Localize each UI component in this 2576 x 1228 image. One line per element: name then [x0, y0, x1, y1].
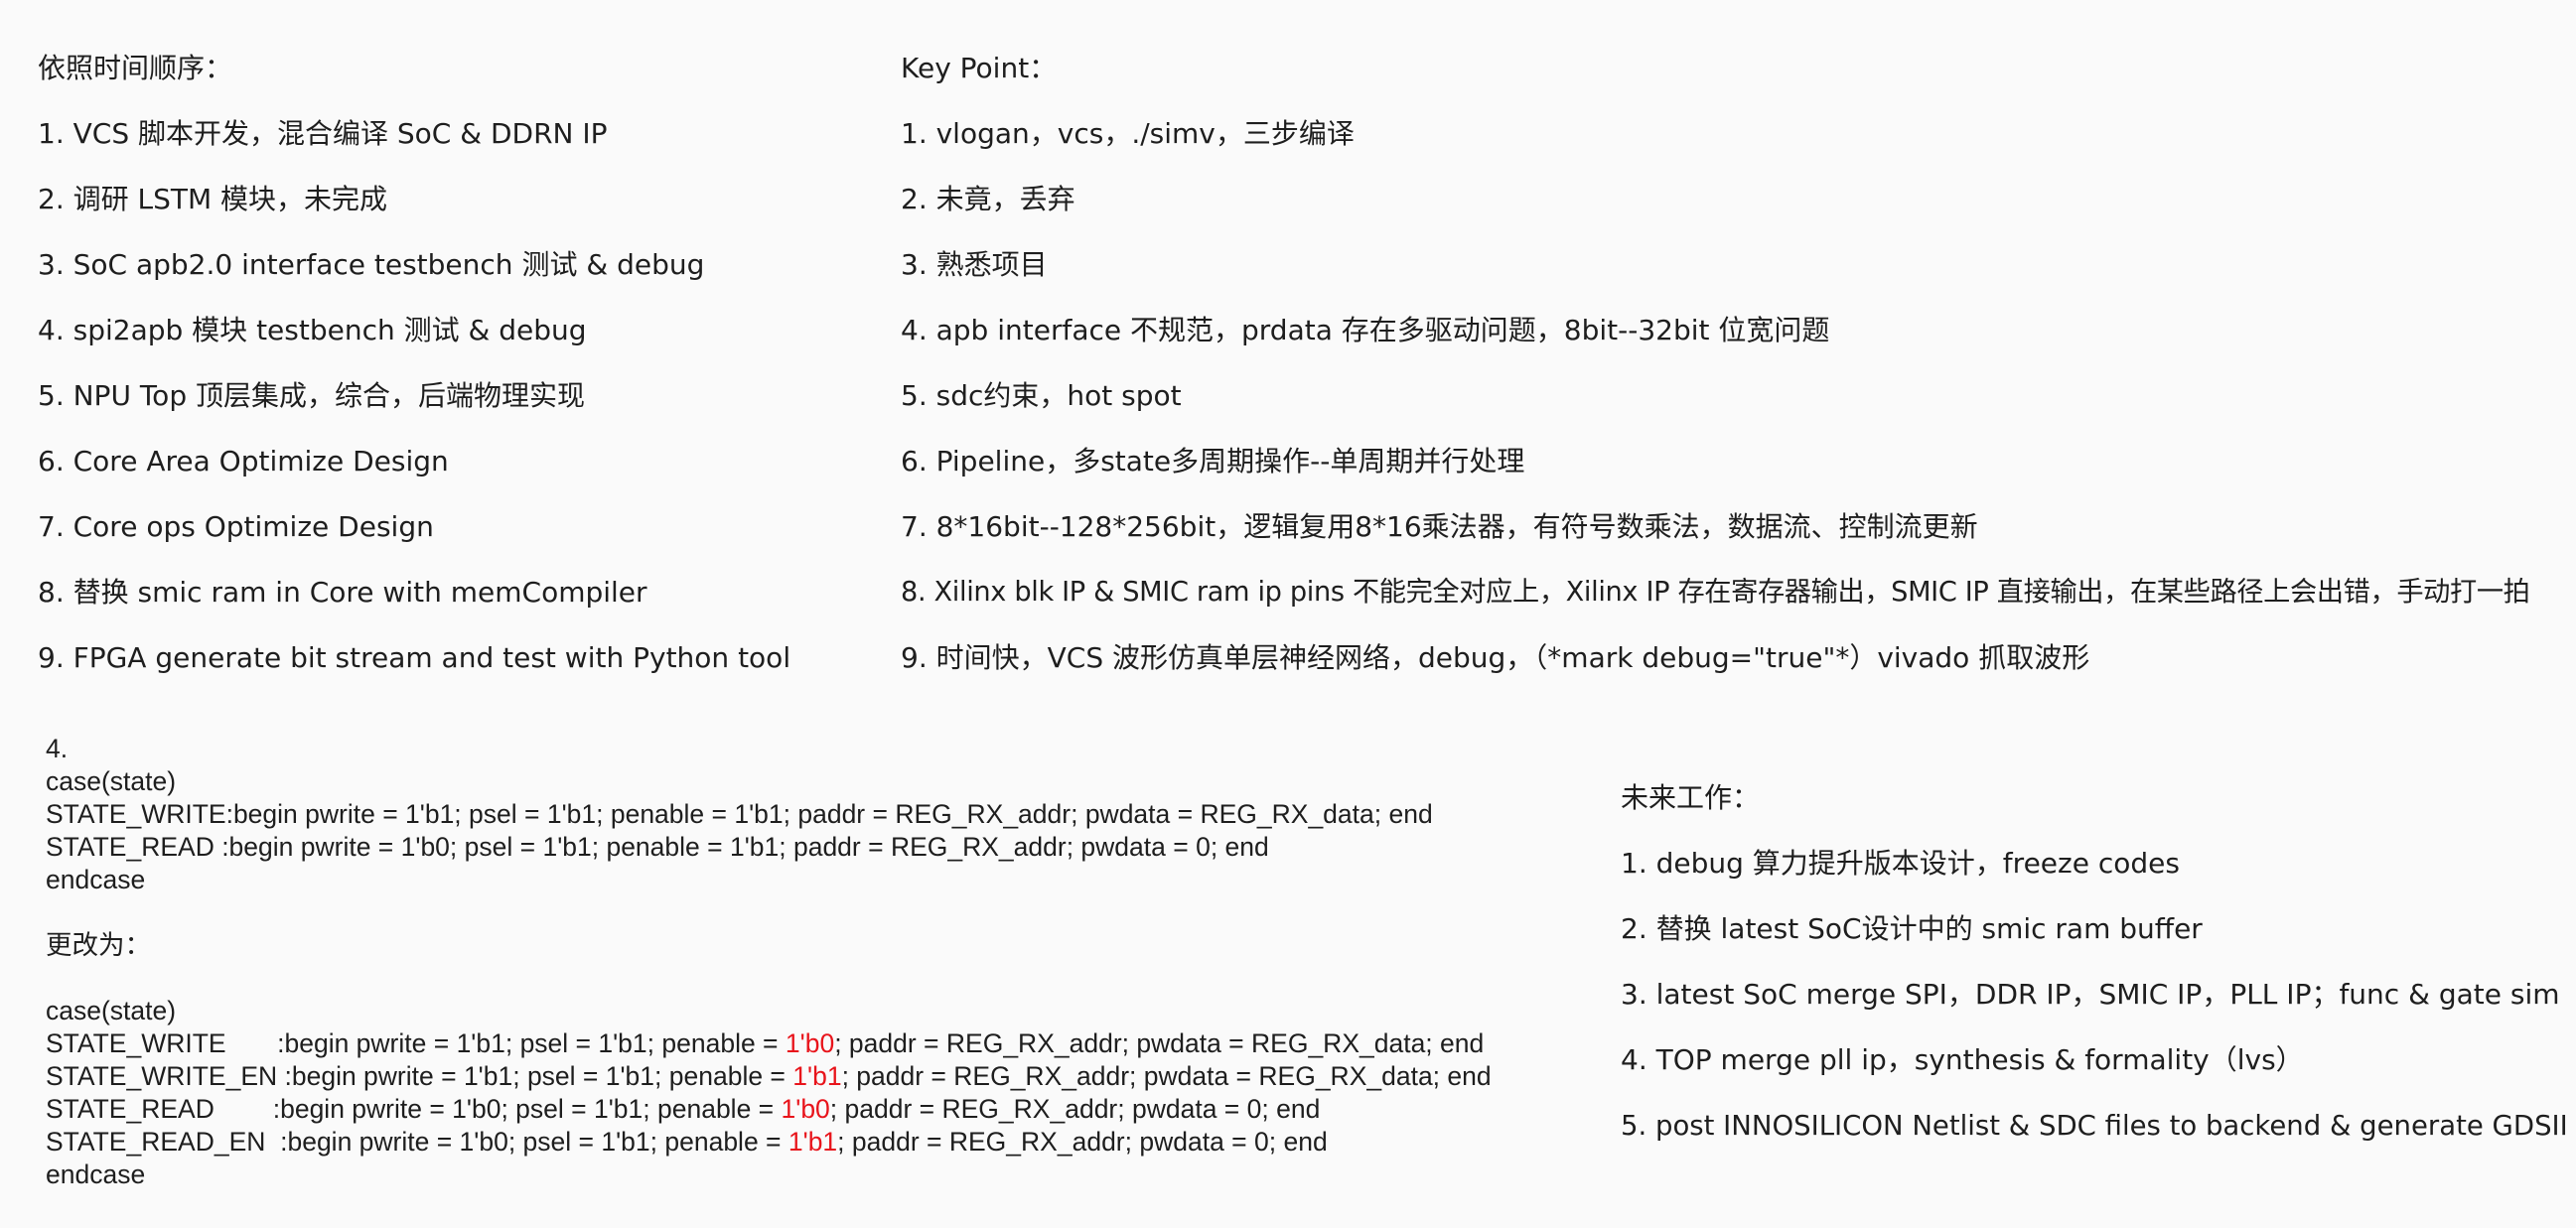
key-point-9: 9. 时间快，VCS 波形仿真单层神经网络，debug，（*mark debug… [901, 641, 2090, 674]
code-after-case: case(state) [46, 996, 177, 1025]
code-text: ; paddr = REG_RX_addr; pwdata = 0; end [837, 1127, 1328, 1157]
key-points-heading: Key Point： [901, 52, 1058, 84]
key-point-2: 2. 未竟，丢弃 [901, 183, 1075, 215]
timeline-item-2: 2. 调研 LSTM 模块，未完成 [38, 183, 388, 215]
code-text: STATE_WRITE_EN :begin pwrite = 1'b1; pse… [46, 1061, 793, 1091]
highlighted-value: 1'b0 [781, 1094, 830, 1124]
future-work-item-4: 4. TOP merge pll ip，synthesis & formalit… [1621, 1043, 2304, 1076]
timeline-item-4: 4. spi2apb 模块 testbench 测试 & debug [38, 314, 587, 346]
key-point-1: 1. vlogan，vcs，./simv，三步编译 [901, 117, 1355, 150]
key-point-8: 8. Xilinx blk IP & SMIC ram ip pins 不能完全… [901, 577, 2530, 608]
highlighted-value: 1'b1 [787, 1127, 838, 1157]
code-text: ; paddr = REG_RX_addr; pwdata = 0; end [829, 1094, 1321, 1124]
code-text: STATE_WRITE :begin pwrite = 1'b1; psel =… [46, 1028, 786, 1058]
code-text: STATE_READ :begin pwrite = 1'b0; psel = … [46, 1094, 782, 1124]
timeline-item-5: 5. NPU Top 顶层集成，综合，后端物理实现 [38, 379, 585, 412]
future-work-item-5: 5. post INNOSILICON Netlist & SDC files … [1621, 1110, 2568, 1142]
code-before-case: case(state) [46, 766, 177, 796]
highlighted-value: 1'b0 [785, 1028, 835, 1058]
timeline-item-6: 6. Core Area Optimize Design [38, 445, 449, 478]
code-text: ; paddr = REG_RX_addr; pwdata = REG_RX_d… [841, 1061, 1492, 1091]
code-after-line: STATE_READ_EN :begin pwrite = 1'b0; psel… [46, 1126, 1328, 1159]
key-point-6: 6. Pipeline，多state多周期操作--单周期并行处理 [901, 445, 1525, 478]
key-point-4: 4. apb interface 不规范，prdata 存在多驱动问题，8bit… [901, 314, 1830, 346]
change-label: 更改为： [46, 930, 151, 960]
key-point-7: 7. 8*16bit--128*256bit，逻辑复用8*16乘法器，有符号数乘… [901, 510, 1978, 543]
code-section-number: 4. [46, 734, 69, 763]
timeline-item-7: 7. Core ops Optimize Design [38, 510, 434, 543]
key-point-3: 3. 熟悉项目 [901, 248, 1048, 281]
highlighted-value: 1'b1 [792, 1061, 842, 1091]
code-after-line: STATE_READ :begin pwrite = 1'b0; psel = … [46, 1093, 1320, 1126]
code-before-endcase: endcase [46, 865, 146, 894]
code-after-line: STATE_WRITE :begin pwrite = 1'b1; psel =… [46, 1027, 1484, 1060]
future-work-item-1: 1. debug 算力提升版本设计，freeze codes [1621, 847, 2180, 880]
code-after-line: STATE_WRITE_EN :begin pwrite = 1'b1; pse… [46, 1060, 1492, 1093]
future-work-heading: 未来工作： [1621, 781, 1761, 814]
code-text: STATE_READ_EN :begin pwrite = 1'b0; psel… [46, 1127, 788, 1157]
timeline-item-9: 9. FPGA generate bit stream and test wit… [38, 641, 791, 674]
code-before-line: STATE_READ :begin pwrite = 1'b0; psel = … [46, 832, 1269, 862]
document-page: { "left": { "heading": "依照时间顺序：", "items… [0, 0, 2576, 1228]
timeline-item-1: 1. VCS 脚本开发，混合编译 SoC & DDRN IP [38, 117, 608, 150]
code-before-line: STATE_WRITE:begin pwrite = 1'b1; psel = … [46, 799, 1433, 829]
key-point-5: 5. sdc约束，hot spot [901, 379, 1182, 412]
future-work-item-3: 3. latest SoC merge SPI，DDR IP，SMIC IP，P… [1621, 978, 2560, 1011]
timeline-item-3: 3. SoC apb2.0 interface testbench 测试 & d… [38, 248, 705, 281]
timeline-item-8: 8. 替换 smic ram in Core with memCompiler [38, 576, 647, 609]
code-text: ; paddr = REG_RX_addr; pwdata = REG_RX_d… [834, 1028, 1485, 1058]
timeline-heading: 依照时间顺序： [38, 52, 233, 84]
code-after-endcase: endcase [46, 1160, 146, 1189]
future-work-item-2: 2. 替换 latest SoC设计中的 smic ram buffer [1621, 912, 2203, 945]
